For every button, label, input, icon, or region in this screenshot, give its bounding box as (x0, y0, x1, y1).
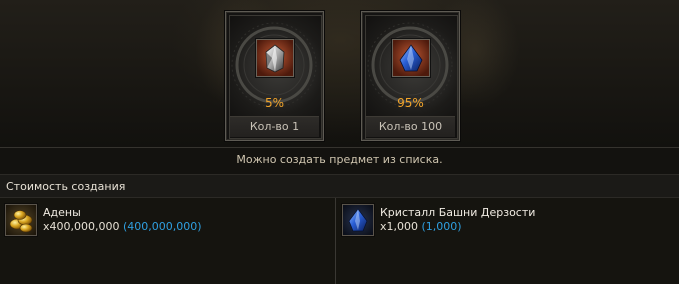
result-slot-1[interactable]: 5% Кол-во 1 (225, 11, 324, 141)
silver-crystal-icon[interactable] (256, 39, 294, 77)
cost-item-name: Кристалл Башни Дерзости (380, 206, 536, 219)
owned-amount: (1,000) (421, 220, 462, 233)
cost-item-amount: x400,000,000 (400,000,000) (43, 220, 202, 233)
required-amount: x1,000 (380, 220, 419, 233)
cost-list: Адены x400,000,000 (400,000,000) Кристал… (0, 198, 679, 284)
blue-crystal-icon[interactable] (392, 39, 430, 77)
craft-result-area: 5% Кол-во 1 95% Кол-во 100 (0, 0, 679, 147)
result-slot-2[interactable]: 95% Кол-во 100 (361, 11, 460, 141)
required-amount: x400,000,000 (43, 220, 120, 233)
craft-notice: Можно создать предмет из списка. (0, 147, 679, 174)
cost-item-crystal[interactable]: Кристалл Башни Дерзости x1,000 (1,000) (337, 198, 679, 284)
blue-crystal-icon (342, 204, 374, 236)
owned-amount: (400,000,000) (123, 220, 202, 233)
chance-label: 95% (397, 96, 424, 110)
quantity-label: Кол-во 1 (230, 116, 319, 137)
chance-label: 5% (264, 96, 285, 110)
cost-item-adena[interactable]: Адены x400,000,000 (400,000,000) (0, 198, 336, 284)
adena-coins-icon (5, 204, 37, 236)
cost-item-amount: x1,000 (1,000) (380, 220, 462, 233)
cost-item-name: Адены (43, 206, 81, 219)
quantity-label: Кол-во 100 (366, 116, 455, 137)
cost-section-title: Стоимость создания (0, 174, 679, 198)
